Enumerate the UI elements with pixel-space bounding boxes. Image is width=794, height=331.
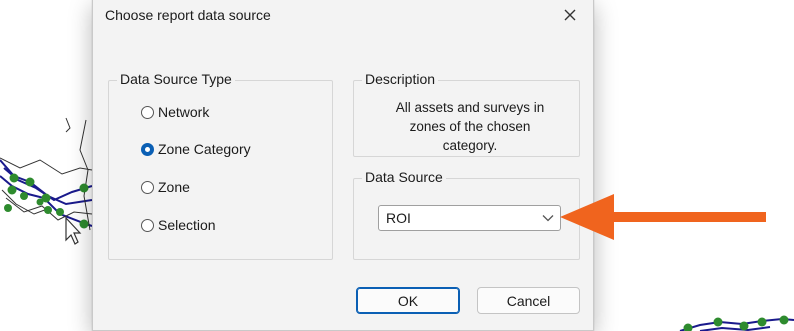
data-source-select[interactable]: ROI [378,205,561,231]
radio-label-zone: Zone [158,179,190,195]
description-legend: Description [362,71,439,87]
radio-button[interactable] [141,180,154,194]
description-line: zones of the chosen [409,119,531,134]
data-source-group: Data Source ROI [353,169,580,260]
description-line: category. [442,138,498,153]
cancel-button[interactable]: Cancel [477,287,580,314]
close-icon [564,9,576,21]
description-text: All assets and surveys in zones of the c… [372,98,568,155]
close-button[interactable] [557,3,583,27]
chevron-down-icon [542,215,554,222]
radio-label-selection: Selection [158,217,216,233]
data-source-legend: Data Source [362,169,446,185]
description-group: Description All assets and surveys in zo… [353,71,580,157]
ok-button[interactable]: OK [356,287,460,314]
data-source-type-group: Data Source Type Network Zone Category Z… [108,71,333,260]
description-line: All assets and surveys in [395,100,545,115]
radio-zone[interactable]: Zone [141,179,190,195]
screen: Choose report data source Data Source Ty… [0,0,794,331]
radio-label-network: Network [158,104,210,120]
dialog-titlebar: Choose report data source [93,0,593,30]
radio-zone-category[interactable]: Zone Category [141,141,251,157]
radio-network[interactable]: Network [141,104,209,120]
data-source-type-legend: Data Source Type [117,71,235,87]
annotation-arrow-icon [560,194,766,240]
radio-selection[interactable]: Selection [141,217,216,233]
data-source-selected-value: ROI [386,210,411,226]
radio-button-selected[interactable] [141,142,154,156]
radio-label-zone-category: Zone Category [158,141,251,157]
report-data-source-dialog: Choose report data source Data Source Ty… [92,0,594,331]
radio-button[interactable] [141,105,154,119]
radio-button[interactable] [141,218,154,232]
dialog-title: Choose report data source [105,7,271,23]
